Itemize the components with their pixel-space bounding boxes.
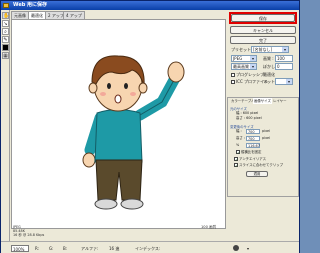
hand-tool-icon[interactable]: ✋: [2, 12, 9, 19]
quality-input[interactable]: 100: [275, 55, 293, 62]
optimized-label: 最適化: [263, 72, 275, 77]
view-tabs: 元画像 最適化 2 アップ 4 アップ: [11, 11, 226, 19]
done-button[interactable]: 完了: [230, 36, 296, 44]
chevron-down-icon: ▾: [286, 79, 292, 84]
chevron-down-icon: ▾: [250, 64, 256, 69]
height-unit: pixel: [262, 136, 271, 140]
b-label: B:: [63, 246, 68, 251]
hex-label: 16 進: [109, 246, 120, 251]
app-icon: [3, 3, 9, 8]
chevron-down-icon: ▾: [250, 56, 256, 61]
window-title: Web 用に保存: [13, 2, 48, 8]
zoom-tool-icon[interactable]: ⌕: [2, 28, 9, 35]
save-button[interactable]: 保存: [231, 14, 295, 22]
quality-preset-select[interactable]: 最高画質 ▾: [231, 63, 257, 70]
tab-color-table[interactable]: カラーテーブル: [230, 98, 256, 104]
apply-button[interactable]: 適用: [246, 171, 268, 177]
preset-value: [名前なし]: [253, 47, 273, 52]
save-for-web-window: Web 用に保存 ✋ ↘ ⌕ ✎ ▦ 元画像 最適化 2 アップ 4 アップ J…: [0, 0, 300, 253]
original-height: 高さ : 600 pixel: [236, 116, 262, 120]
antialias-checkbox[interactable]: [234, 157, 238, 161]
width-unit: pixel: [262, 129, 271, 133]
tab-layers[interactable]: レイヤー: [272, 98, 287, 104]
alpha-label: アルファ:: [81, 246, 99, 251]
quality-preset-value: 最高画質: [233, 64, 249, 69]
quality-label: 画質 :: [263, 56, 274, 61]
tab-image-size[interactable]: 画像サイズ: [253, 98, 272, 104]
blur-value: 0: [277, 64, 280, 69]
clip-option[interactable]: スライスに合わせてクリップ: [234, 163, 283, 168]
height-label: 高さ :: [236, 136, 246, 140]
icc-checkbox[interactable]: [231, 80, 235, 84]
title-bar: Web 用に保存: [1, 1, 299, 10]
slice-select-tool-icon[interactable]: ↘: [2, 20, 9, 27]
progressive-checkbox[interactable]: [231, 73, 235, 77]
clip-label: スライスに合わせてクリップ: [239, 163, 283, 167]
chevron-down-icon: ▾: [282, 47, 288, 52]
index-label: インデックス:: [135, 246, 161, 251]
cancel-button[interactable]: キャンセル: [230, 26, 296, 34]
width-input[interactable]: 700: [246, 129, 260, 134]
status-bar: 100% R: G: B: アルファ: 16 進 インデックス: ▾: [1, 241, 299, 253]
tab-optimized[interactable]: 最適化: [28, 11, 46, 19]
image-download-time: 16 秒 @ 28.8 Kbps: [13, 233, 45, 237]
blur-input[interactable]: 0: [275, 63, 293, 70]
tab-4up[interactable]: 4 アップ: [63, 11, 85, 19]
tool-palette: ✋ ↘ ⌕ ✎ ▦: [1, 10, 10, 246]
percent-label: %: [236, 143, 240, 147]
antialias-option[interactable]: アンチエイリアス: [234, 157, 266, 162]
eyedropper-tool-icon[interactable]: ✎: [2, 36, 9, 43]
format-select[interactable]: JPEG ▾: [231, 55, 257, 62]
clip-checkbox[interactable]: [234, 163, 238, 167]
matte-select[interactable]: ▾: [275, 78, 293, 85]
constrain-checkbox[interactable]: [236, 150, 240, 154]
preview-menu-icon[interactable]: ▾: [247, 245, 249, 252]
r-label: R:: [35, 246, 40, 251]
image-size-panel: カラーテーブル 画像サイズ レイヤー 元のサイズ 幅 : 600 pixel 高…: [227, 97, 299, 197]
preset-select[interactable]: [名前なし] ▾: [251, 46, 289, 53]
zoom-select[interactable]: 100%: [11, 245, 29, 252]
progressive-label: プログレッシブ: [236, 72, 264, 77]
width-label: 幅 :: [236, 129, 242, 133]
constrain-label: 縦横比を固定: [241, 150, 262, 154]
antialias-label: アンチエイリアス: [239, 157, 266, 161]
format-value: JPEG: [233, 56, 243, 61]
g-label: G:: [49, 246, 54, 251]
boy-waving-illustration: [82, 55, 185, 210]
image-preview-canvas[interactable]: [11, 19, 226, 229]
image-quality-info: 100 画質: [201, 225, 217, 229]
constrain-option[interactable]: 縦横比を固定: [236, 150, 261, 155]
percent-input[interactable]: 116.67: [246, 143, 260, 148]
eyedropper-color-swatch[interactable]: [2, 44, 9, 51]
progressive-option[interactable]: プログレッシブ: [231, 71, 264, 78]
slice-visibility-icon[interactable]: ▦: [2, 52, 9, 59]
image-info: JPEG 85.48K 16 秒 @ 28.8 Kbps: [13, 225, 44, 237]
tab-original[interactable]: 元画像: [11, 11, 29, 19]
quality-value: 100: [277, 56, 285, 61]
height-input[interactable]: 700: [246, 136, 260, 141]
browser-preview-icon[interactable]: [233, 245, 239, 251]
